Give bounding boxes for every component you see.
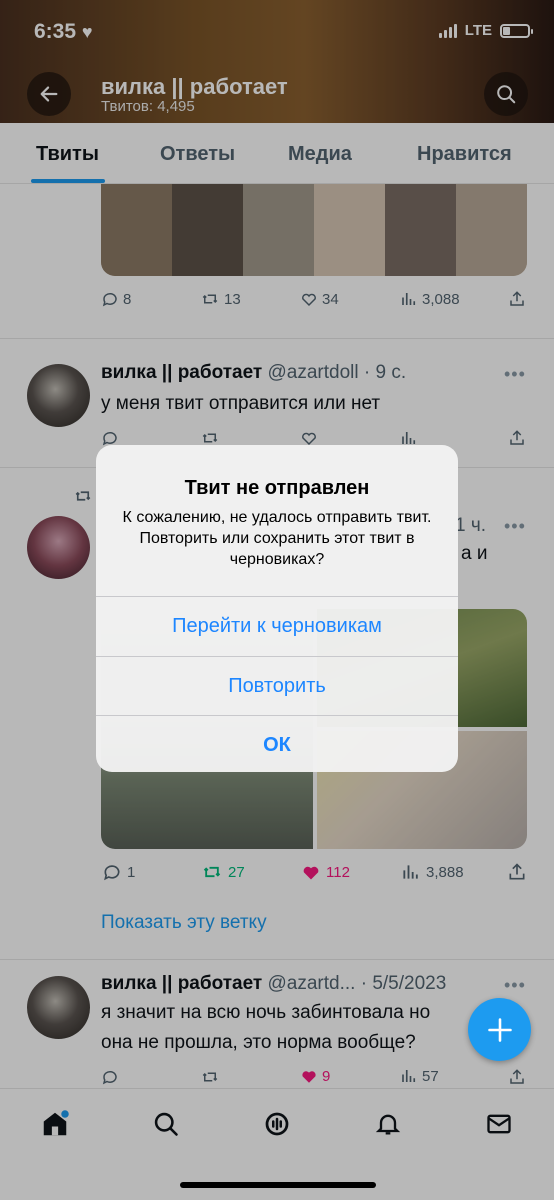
alert-dialog: Твит не отправлен К сожалению, не удалос… [96, 445, 458, 772]
alert-title: Твит не отправлен [184, 477, 370, 499]
compose-button[interactable] [468, 998, 531, 1061]
alert-message: К сожалению, не удалось отправить твит. … [122, 509, 432, 568]
plus-icon [487, 1017, 512, 1042]
retry-button[interactable]: Повторить [96, 656, 458, 716]
ok-button[interactable]: ОК [96, 715, 458, 772]
go-to-drafts-button[interactable]: Перейти к черновикам [96, 596, 458, 656]
